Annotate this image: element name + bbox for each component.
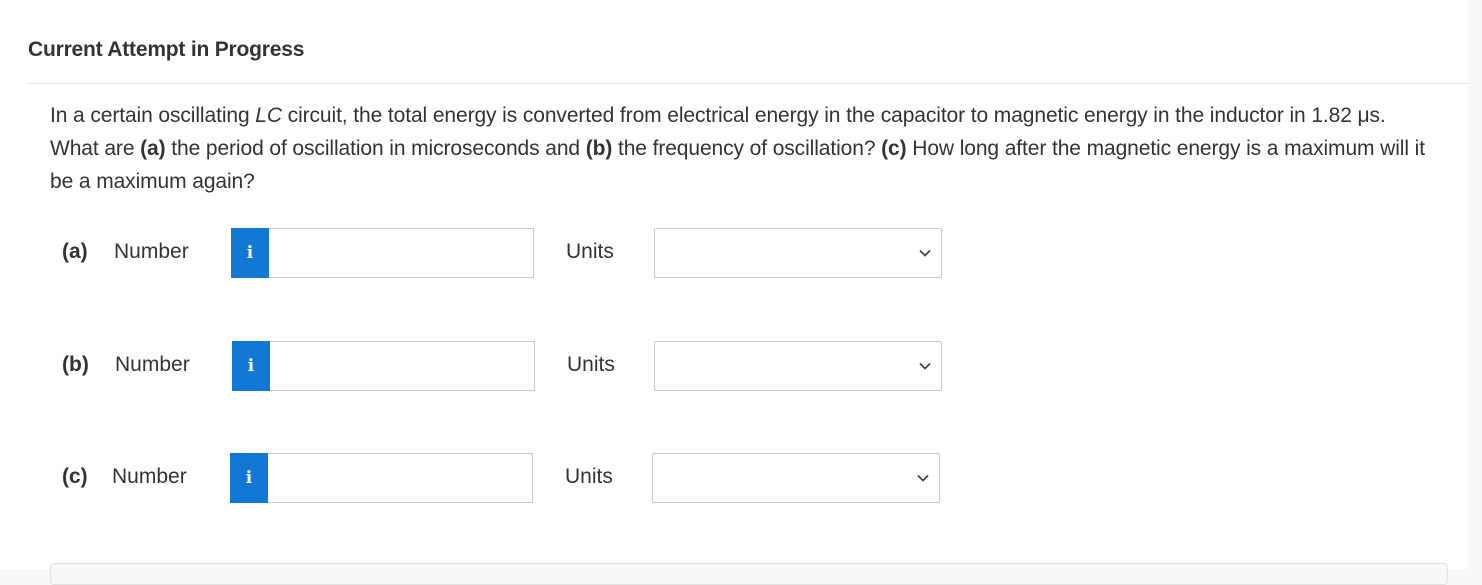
bottom-panel: [50, 563, 1448, 585]
number-input-a[interactable]: [269, 228, 534, 278]
answer-row-b: (b) Number i Units: [0, 341, 1000, 391]
units-select-c[interactable]: [652, 453, 940, 503]
units-select-a[interactable]: [654, 228, 942, 278]
number-label-b: Number: [115, 353, 190, 376]
units-label-c: Units: [565, 465, 613, 488]
info-icon[interactable]: i: [231, 228, 269, 278]
info-icon[interactable]: i: [232, 341, 270, 391]
answer-row-a: (a) Number i Units: [0, 228, 1000, 278]
units-label-b: Units: [567, 353, 615, 376]
question-part-c: (c): [881, 137, 907, 160]
units-select-b[interactable]: [654, 341, 942, 391]
question-text: In a certain oscillating LC circuit, the…: [50, 99, 1440, 198]
header-divider: [28, 83, 1468, 84]
part-label-b: (b): [62, 353, 89, 376]
number-label-c: Number: [112, 465, 187, 488]
chevron-down-icon: [919, 249, 931, 257]
part-label-c: (c): [62, 465, 88, 488]
page-title: Current Attempt in Progress: [28, 38, 305, 61]
info-icon[interactable]: i: [230, 453, 268, 503]
question-panel: Current Attempt in Progress In a certain…: [0, 0, 1468, 585]
number-input-c[interactable]: [268, 453, 533, 503]
question-text-3: the period of oscillation in microsecond…: [165, 137, 586, 160]
chevron-down-icon: [917, 474, 929, 482]
number-label-a: Number: [114, 240, 189, 263]
answer-row-c: (c) Number i Units: [0, 453, 1000, 503]
question-text-4: the frequency of oscillation?: [612, 137, 882, 160]
question-text-1: In a certain oscillating: [50, 104, 256, 127]
number-input-b[interactable]: [270, 341, 535, 391]
part-label-a: (a): [62, 240, 88, 263]
chevron-down-icon: [919, 362, 931, 370]
units-label-a: Units: [566, 240, 614, 263]
question-part-b: (b): [585, 137, 613, 160]
question-lc: LC: [255, 104, 282, 127]
question-part-a: (a): [140, 137, 166, 160]
